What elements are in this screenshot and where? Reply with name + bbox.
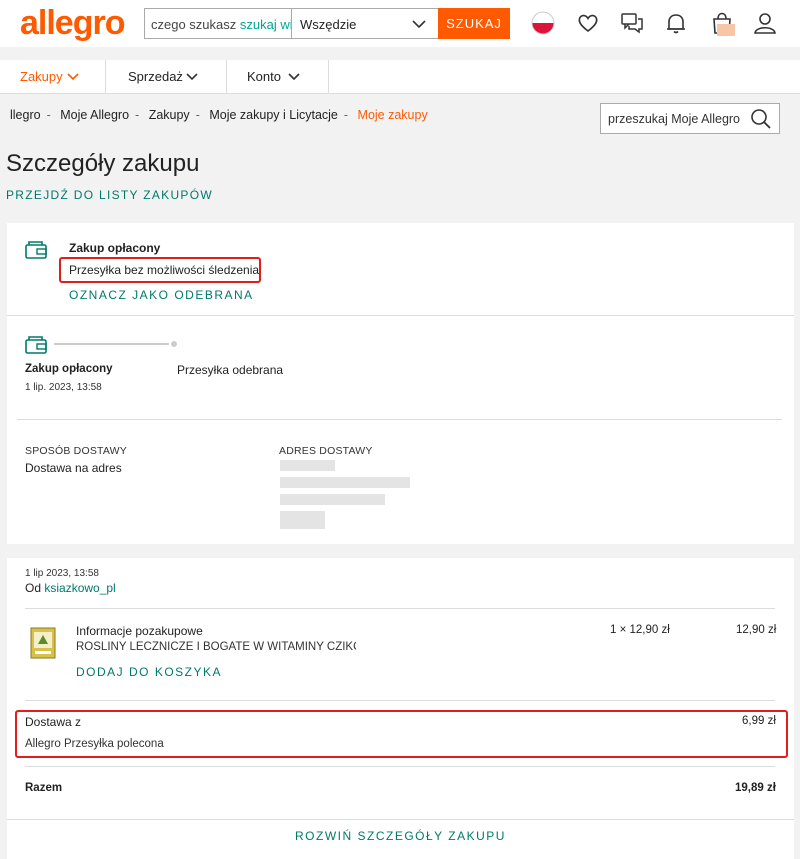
heart-icon[interactable]	[575, 10, 601, 36]
wallet-icon	[25, 336, 47, 354]
chevron-down-icon	[412, 20, 426, 29]
timeline-step2-title: Przesyłka odebrana	[177, 363, 284, 377]
redacted-address	[280, 477, 410, 488]
add-to-cart-button[interactable]: DODAJ DO KOSZYKA	[76, 665, 222, 679]
timeline-dot	[171, 341, 177, 347]
redacted-address	[280, 511, 325, 529]
my-allegro-search-input[interactable]: przeszukaj Moje Allegro	[600, 103, 780, 134]
top-header: allegro czego szukasz szukaj wielu Wszęd…	[0, 0, 800, 47]
delivery-address-label: ADRES DOSTAWY	[279, 445, 373, 457]
allegro-logo[interactable]: allegro	[20, 4, 125, 43]
item-qty-price: 1 × 12,90 zł	[610, 624, 670, 636]
breadcrumb-current: Moje zakupy	[357, 108, 428, 122]
nav-item-label: Sprzedaż	[128, 69, 183, 84]
timeline-step1-date: 1 lip. 2023, 13:58	[25, 382, 102, 393]
nav-item-zakupy[interactable]: Zakupy	[0, 60, 106, 93]
my-allegro-search-placeholder: przeszukaj Moje Allegro	[608, 112, 741, 126]
chevron-down-icon	[288, 73, 300, 81]
back-to-purchases-link[interactable]: PRZEJDŹ DO LISTY ZAKUPÓW	[6, 188, 213, 202]
cart-icon[interactable]	[709, 10, 735, 36]
nav-item-label: Konto	[247, 69, 281, 84]
search-input-value: czego szukasz	[151, 17, 237, 32]
highlight-box	[15, 710, 788, 758]
divider	[25, 766, 775, 767]
total-label: Razem	[25, 782, 63, 794]
timeline-line	[54, 343, 169, 345]
search-hint: szukaj wielu	[239, 17, 292, 32]
order-card: 1 lip 2023, 13:58 Od ksiazkowo_pl Inform…	[7, 558, 794, 859]
divider	[7, 819, 794, 820]
search-scope-value: Wszędzie	[300, 17, 357, 32]
total-value: 19,89 zł	[735, 782, 776, 794]
search-button[interactable]: SZUKAJ	[438, 8, 510, 39]
breadcrumb-item[interactable]: Moje zakupy i Licytacje	[209, 108, 338, 122]
order-seller: Od ksiazkowo_pl	[25, 581, 116, 595]
highlight-box	[59, 257, 261, 283]
expand-details-button[interactable]: ROZWIŃ SZCZEGÓŁY ZAKUPU	[7, 829, 794, 843]
delivery-method-value: Dostawa na adres	[25, 461, 122, 475]
chevron-down-icon	[186, 73, 198, 81]
main-nav: Zakupy Sprzedaż Konto	[0, 60, 800, 94]
divider	[17, 419, 782, 420]
seller-prefix: Od	[25, 581, 42, 595]
redacted-address	[280, 460, 335, 471]
flag-pl-icon[interactable]	[530, 10, 556, 36]
search-icon[interactable]	[749, 107, 773, 131]
delivery-method-label: SPOSÓB DOSTAWY	[25, 445, 127, 457]
breadcrumb-item[interactable]: Zakupy	[149, 108, 190, 122]
item-name[interactable]: ROŚLINY LECZNICZE I BOGATE W WITAMINY CZ…	[76, 641, 356, 653]
page-title: Szczegóły zakupu	[6, 150, 200, 177]
book-thumbnail-icon[interactable]	[29, 625, 59, 661]
breadcrumb: llegro - Moje Allegro - Zakupy - Moje zakup…	[10, 108, 428, 122]
search-scope-select[interactable]: Wszędzie	[291, 8, 439, 39]
divider	[25, 608, 775, 609]
timeline-step1-title: Zakup opłacony	[25, 363, 113, 375]
user-icon[interactable]	[752, 10, 778, 36]
wallet-icon	[25, 241, 47, 259]
search-input[interactable]: czego szukasz szukaj wielu	[144, 8, 292, 39]
divider	[7, 315, 794, 316]
status-title: Zakup opłacony	[69, 241, 161, 255]
order-date: 1 lip 2023, 13:58	[25, 568, 99, 579]
mark-as-received-button[interactable]: OZNACZ JAKO ODEBRANA	[69, 288, 254, 302]
seller-link[interactable]: ksiazkowo_pl	[44, 581, 115, 595]
breadcrumb-item[interactable]: llegro	[10, 108, 41, 122]
nav-item-label: Zakupy	[20, 69, 63, 84]
nav-item-sprzedaz[interactable]: Sprzedaż	[106, 60, 227, 93]
item-title[interactable]: Informacje pozakupowe	[76, 624, 203, 638]
chevron-down-icon	[67, 73, 79, 81]
item-total: 12,90 zł	[736, 624, 777, 636]
redacted-address	[280, 494, 385, 505]
nav-item-konto[interactable]: Konto	[227, 60, 329, 93]
breadcrumb-item[interactable]: Moje Allegro	[60, 108, 129, 122]
divider	[25, 700, 775, 701]
messages-icon[interactable]	[619, 10, 645, 36]
bell-icon[interactable]	[663, 10, 689, 36]
